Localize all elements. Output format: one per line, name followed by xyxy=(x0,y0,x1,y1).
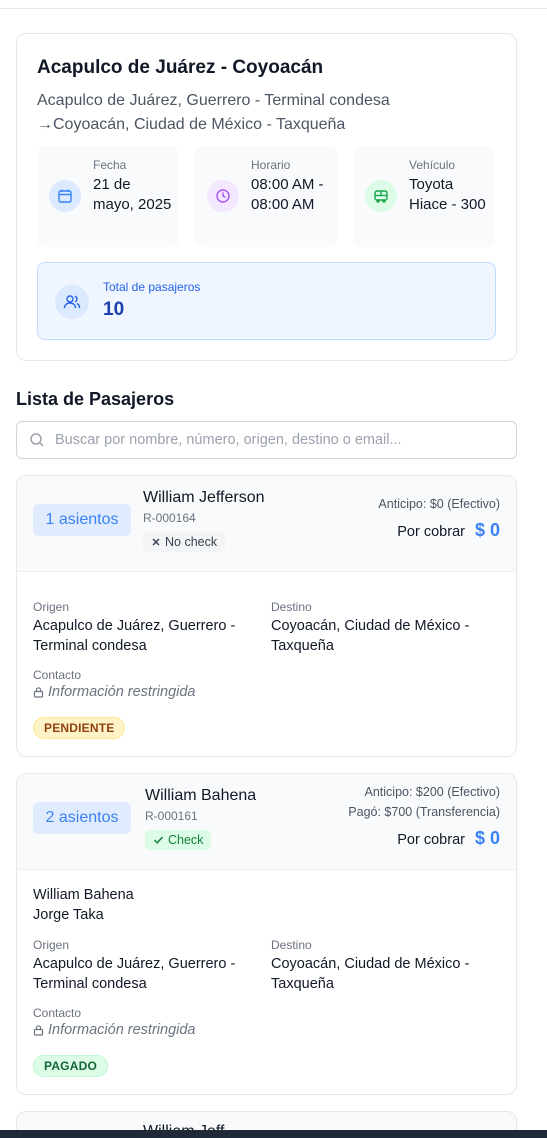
lock-icon xyxy=(33,1025,44,1036)
contact-restricted-text: Información restringida xyxy=(48,684,196,700)
passenger-list-title: Lista de Pasajeros xyxy=(16,389,175,409)
contact-label: Contacto xyxy=(33,1006,82,1020)
total-passengers-label: Total de pasajeros xyxy=(103,280,201,294)
trip-title: Acapulco de Juárez - Coyoacán xyxy=(37,57,324,78)
destination-value: Coyoacán, Ciudad de México - Taxqueña xyxy=(271,618,470,654)
search-icon xyxy=(29,432,45,453)
reservation-code: R-000164 xyxy=(143,511,196,525)
users-icon xyxy=(55,285,89,319)
amount-due-value: $ 0 xyxy=(474,520,500,540)
top-divider xyxy=(0,8,547,9)
date-info: Fecha 21 de mayo, 2025 xyxy=(37,146,179,247)
vehicle-info: Vehículo Toyota Hiace - 300 xyxy=(353,146,495,247)
seats-badge: 2 asientos xyxy=(33,802,131,834)
passenger-name: William Bahena xyxy=(145,787,257,804)
origin-value: Acapulco de Juárez, Guerrero - Terminal … xyxy=(33,618,236,654)
destination-value: Coyoacán, Ciudad de México - Taxqueña xyxy=(271,956,470,992)
schedule-value: 08:00 AM - 08:00 AM xyxy=(251,176,324,213)
contact-restricted-text: Información restringida xyxy=(48,1022,196,1038)
total-passengers-box: Total de pasajeros 10 xyxy=(37,262,496,340)
calendar-icon xyxy=(49,180,81,212)
schedule-info: Horario 08:00 AM - 08:00 AM xyxy=(195,146,337,247)
trip-summary-card: Acapulco de Juárez - Coyoacán Acapulco d… xyxy=(16,33,517,361)
contact-label: Contacto xyxy=(33,668,82,682)
destination-label: Destino xyxy=(271,600,312,614)
route-destination: →Coyoacán, Ciudad de México - Taxqueña xyxy=(37,116,346,133)
seats-badge: 1 asientos xyxy=(33,504,131,536)
date-value: 21 de mayo, 2025 xyxy=(93,176,172,213)
traveler-name: William Bahena xyxy=(33,887,134,903)
passenger-name: William Jefferson xyxy=(143,489,265,506)
destination-label: Destino xyxy=(271,938,312,952)
amount-due-label: Por cobrar xyxy=(397,832,465,848)
status-badge: PAGADO xyxy=(33,1055,108,1077)
check-status-label: Check xyxy=(168,833,204,847)
check-status-badge[interactable]: Check xyxy=(145,830,212,850)
bus-icon xyxy=(365,180,397,212)
search-box xyxy=(16,421,517,459)
x-icon xyxy=(152,538,160,546)
amount-due: Por cobrar $ 0 xyxy=(397,520,500,541)
amount-due: Por cobrar $ 0 xyxy=(397,828,500,849)
vehicle-label: Vehículo xyxy=(409,158,456,172)
payment-line: Anticipo: $200 (Efectivo) xyxy=(364,785,501,799)
check-status-label: No check xyxy=(165,535,218,549)
origin-value: Acapulco de Juárez, Guerrero - Terminal … xyxy=(33,956,236,992)
check-icon xyxy=(153,836,164,844)
amount-due-value: $ 0 xyxy=(474,828,500,848)
passenger-card[interactable]: 2 asientos William Bahena R-000161 Check… xyxy=(16,773,517,1095)
passenger-card-header: 2 asientos William Bahena R-000161 Check… xyxy=(17,774,516,870)
traveler-name: Jorge Taka xyxy=(33,907,104,923)
origin-label: Origen xyxy=(33,600,70,614)
amount-due-label: Por cobrar xyxy=(397,524,465,540)
passenger-card[interactable]: 1 asientos William Jefferson R-000164 No… xyxy=(16,475,517,757)
payment-line: Anticipo: $0 (Efectivo) xyxy=(378,497,500,511)
total-passengers-value: 10 xyxy=(103,299,125,320)
check-status-badge[interactable]: No check xyxy=(143,532,226,552)
schedule-label: Horario xyxy=(251,158,291,172)
contact-value: Información restringida xyxy=(33,1022,196,1038)
trip-route: Acapulco de Juárez, Guerrero - Terminal … xyxy=(37,89,477,137)
lock-icon xyxy=(33,687,44,698)
clock-icon xyxy=(207,180,239,212)
vehicle-value: Toyota Hiace - 300 xyxy=(409,176,486,213)
bottom-bar xyxy=(0,1130,547,1138)
search-input[interactable] xyxy=(55,423,510,457)
status-badge: PENDIENTE xyxy=(33,717,126,739)
passenger-card-header: 1 asientos William Jefferson R-000164 No… xyxy=(17,476,516,572)
contact-value: Información restringida xyxy=(33,684,196,700)
origin-label: Origen xyxy=(33,938,70,952)
route-origin: Acapulco de Juárez, Guerrero - Terminal … xyxy=(37,92,390,109)
payment-line: Pagó: $700 (Transferencia) xyxy=(348,805,500,819)
date-label: Fecha xyxy=(93,158,127,172)
reservation-code: R-000161 xyxy=(145,809,198,823)
